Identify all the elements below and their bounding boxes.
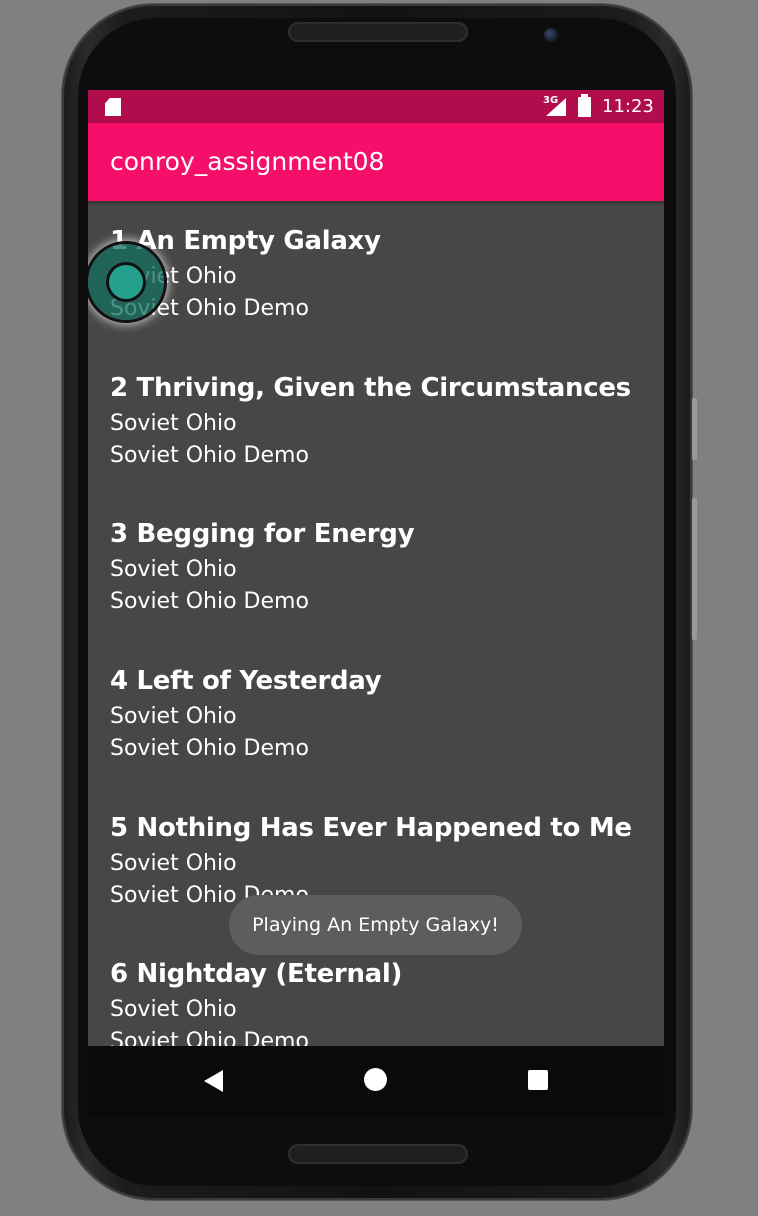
navigation-bar: [88, 1046, 664, 1116]
song-album: Soviet Ohio Demo: [110, 442, 309, 468]
battery-charging-icon: [578, 94, 591, 117]
app-title: conroy_assignment08: [110, 147, 385, 176]
home-icon[interactable]: [364, 1068, 387, 1091]
song-album: Soviet Ohio Demo: [110, 736, 309, 762]
song-artist: Soviet Ohio: [110, 704, 237, 730]
back-icon[interactable]: [204, 1070, 223, 1092]
song-item[interactable]: 2 Thriving, Given the Circumstances Sovi…: [88, 348, 664, 495]
song-album: Soviet Ohio Demo: [110, 589, 309, 615]
song-title: 1 An Empty Galaxy: [110, 226, 381, 256]
song-artist: Soviet Ohio: [110, 410, 237, 436]
song-title: 3 Begging for Energy: [110, 519, 415, 550]
song-title: 5 Nothing Has Ever Happened to Me: [110, 812, 632, 843]
song-item[interactable]: 3 Begging for Energy Soviet Ohio Soviet …: [88, 494, 664, 641]
screen: 3G 11:23 conroy_assignment08 1 An Empty …: [88, 90, 664, 1046]
song-artist: Soviet Ohio: [110, 557, 237, 583]
power-button[interactable]: [692, 498, 697, 640]
top-speaker: [288, 22, 468, 42]
song-title: 4 Left of Yesterday: [110, 666, 382, 697]
bottom-speaker: [288, 1144, 468, 1164]
recents-icon[interactable]: [528, 1070, 548, 1090]
volume-button[interactable]: [692, 398, 697, 460]
song-artist: Soviet Ohio: [110, 850, 237, 876]
song-title: 6 Nightday (Eternal): [110, 959, 403, 990]
status-bar: 3G 11:23: [88, 90, 664, 123]
clock: 11:23: [602, 96, 654, 117]
front-camera: [544, 28, 558, 42]
song-item[interactable]: 1 An Empty Galaxy Soviet Ohio Soviet Ohi…: [88, 201, 664, 348]
song-title: 2 Thriving, Given the Circumstances: [110, 372, 631, 403]
song-item[interactable]: 4 Left of Yesterday Soviet Ohio Soviet O…: [88, 641, 664, 788]
song-album: Soviet Ohio Demo: [110, 1029, 309, 1046]
touch-indicator: [88, 244, 164, 320]
song-artist: Soviet Ohio: [110, 997, 237, 1023]
toast-message: Playing An Empty Galaxy!: [229, 895, 522, 955]
sd-card-icon: [105, 98, 121, 116]
network-type: 3G: [543, 95, 559, 106]
app-bar: conroy_assignment08: [88, 123, 664, 201]
